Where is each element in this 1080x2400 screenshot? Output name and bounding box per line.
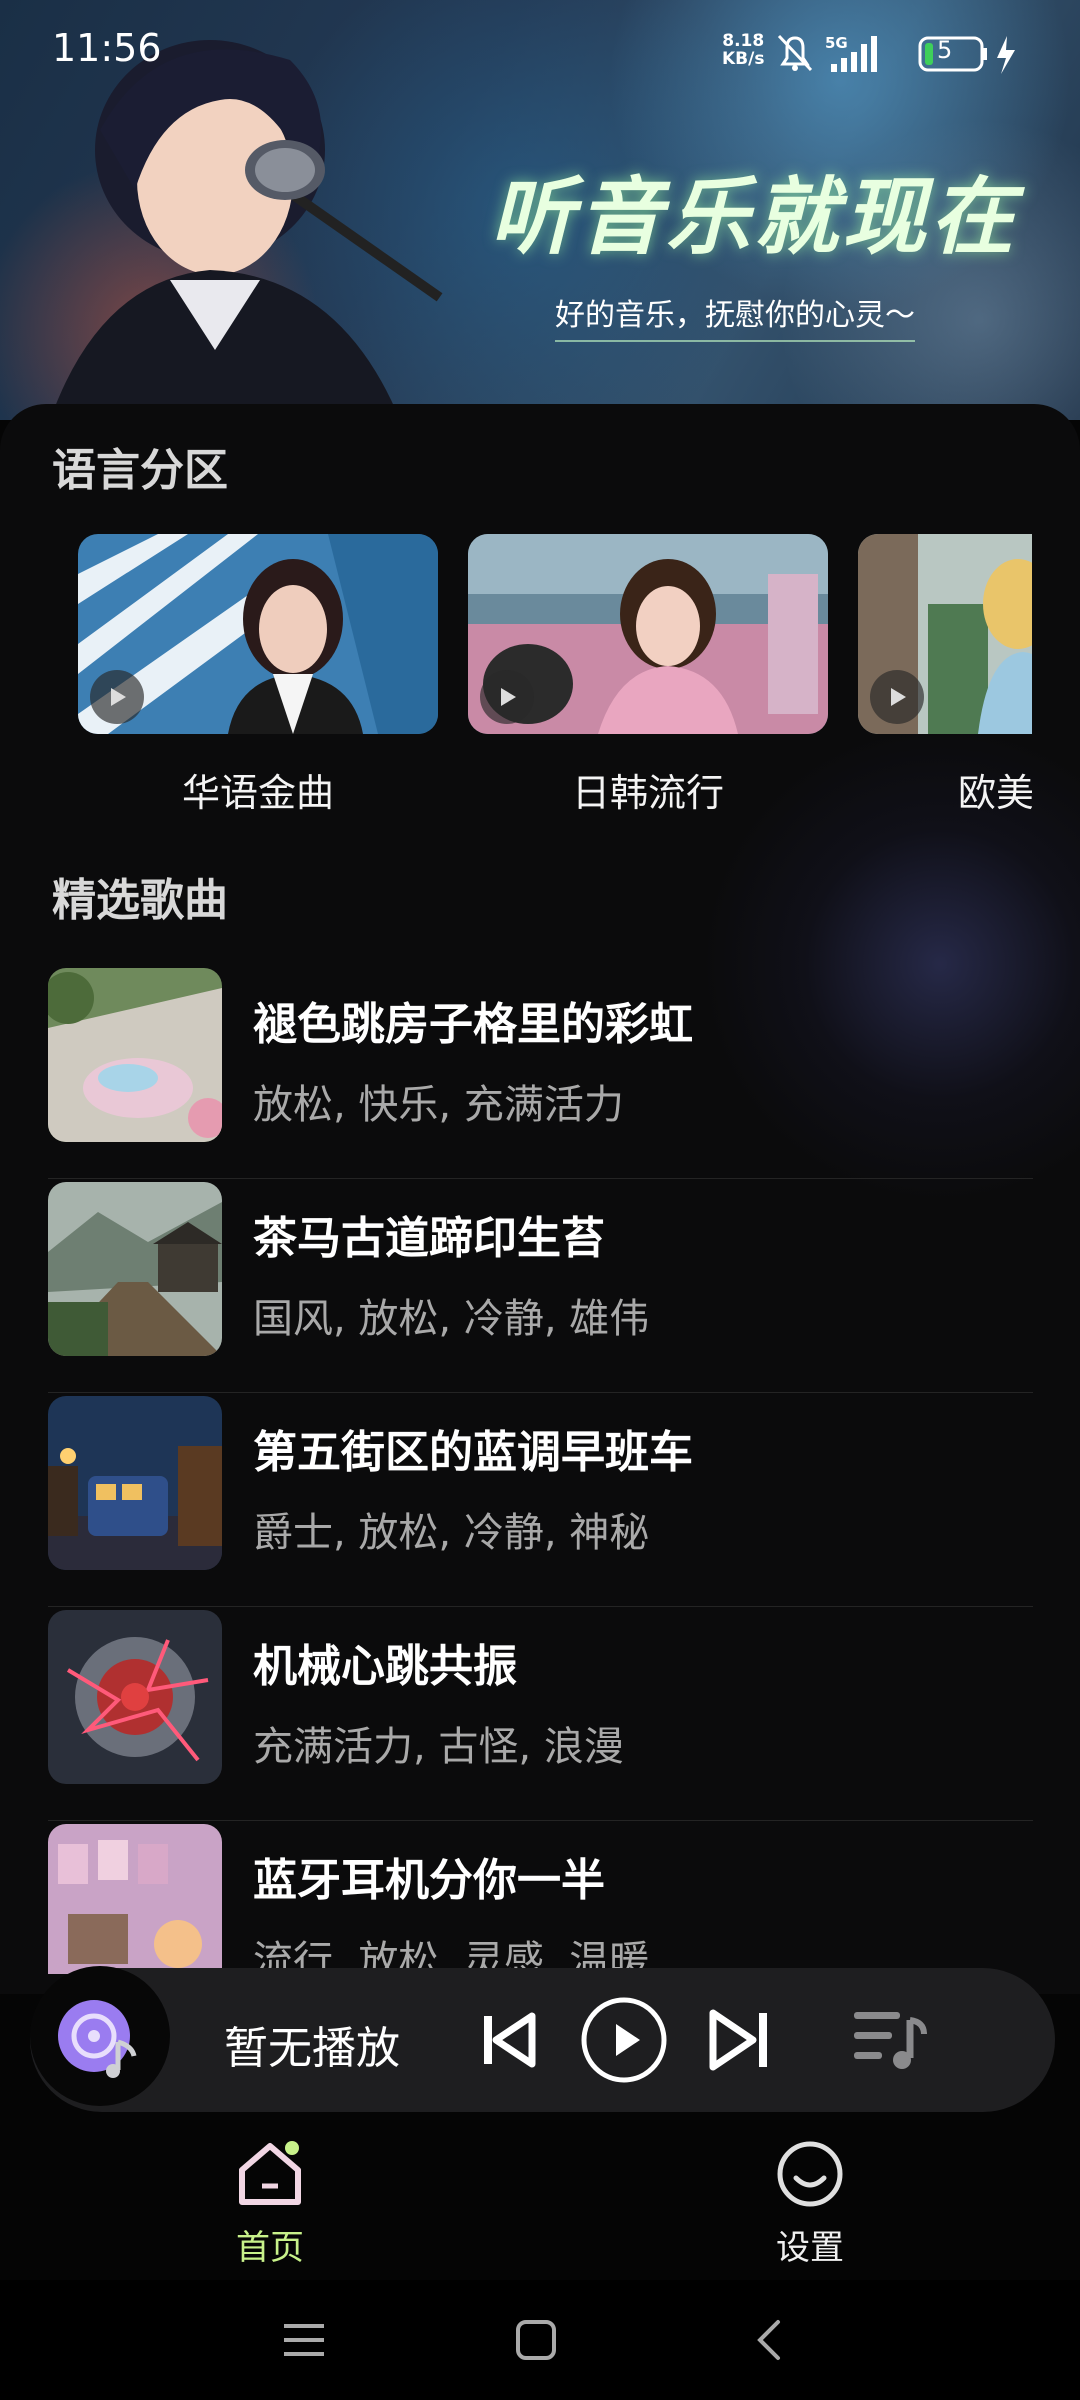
song-title: 茶马古道蹄印生苔 [253, 1213, 605, 1264]
play-icon[interactable] [480, 670, 534, 724]
language-card-thumbnail [468, 534, 828, 734]
song-row[interactable]: 机械心跳共振 充满活力, 古怪, 浪漫 [48, 1606, 1033, 1821]
language-card-label: 日韩流行 [571, 771, 724, 815]
bottom-nav: 首页 设置 [0, 2120, 1080, 2280]
song-cover [48, 1824, 222, 1974]
disc-music-icon [58, 2000, 137, 2078]
battery-level: 5 [937, 36, 953, 64]
skip-next-icon [709, 2009, 767, 2071]
net-speed-value: 8.18 [722, 31, 765, 51]
status-bar: 11:56 8.18 KB/s 5G 5 [0, 0, 1080, 100]
menu-icon[interactable] [274, 2310, 334, 2370]
language-card-chinese[interactable]: 华语金曲 [78, 534, 438, 815]
now-playing-title: 暂无播放 [224, 2023, 400, 2074]
home-icon [239, 2141, 301, 2205]
language-card-thumbnail [78, 534, 438, 734]
language-card-label: 欧美 [958, 771, 1032, 815]
play-icon[interactable] [870, 670, 924, 724]
system-nav-bar [0, 2280, 1080, 2400]
content-panel: 语言分区 华语金曲 日韩流行 欧美 精选歌曲 褪色跳房子格里的彩虹 放松, 快乐… [0, 404, 1080, 1994]
language-carousel[interactable]: 华语金曲 日韩流行 欧美 [52, 534, 1032, 834]
song-title: 第五街区的蓝调早班车 [253, 1427, 693, 1478]
status-icons: 5G [777, 34, 1015, 74]
song-tags: 充满活力, 古怪, 浪漫 [253, 1724, 624, 1770]
album-disc[interactable] [30, 1966, 170, 2106]
language-card-label: 华语金曲 [181, 771, 334, 815]
song-row[interactable]: 褪色跳房子格里的彩虹 放松, 快乐, 充满活力 [48, 964, 1033, 1179]
song-tags: 放松, 快乐, 充满活力 [253, 1082, 624, 1128]
hero-title: 听音乐就现在 [490, 168, 1019, 266]
play-button[interactable] [576, 1992, 672, 2088]
language-card-jpkr[interactable]: 日韩流行 [468, 534, 828, 815]
net-speed-unit: KB/s [722, 49, 765, 69]
previous-button[interactable] [460, 1992, 556, 2088]
charging-icon [997, 36, 1015, 74]
smile-icon [777, 2141, 843, 2207]
mini-player[interactable]: 暂无播放 [30, 1966, 1055, 2112]
song-tags: 国风, 放松, 冷静, 雄伟 [253, 1296, 650, 1342]
language-card-thumbnail [858, 534, 1032, 734]
network-type: 5G [825, 34, 848, 52]
song-tags: 爵士, 放松, 冷静, 神秘 [253, 1510, 650, 1556]
nav-settings-label: 设置 [776, 2228, 844, 2268]
play-icon[interactable] [90, 670, 144, 724]
back-icon[interactable] [740, 2310, 800, 2370]
playlist-button[interactable] [842, 1992, 938, 2088]
home-square-icon[interactable] [506, 2310, 566, 2370]
nav-home[interactable]: 首页 [170, 2130, 370, 2280]
language-section-title: 语言分区 [52, 445, 228, 496]
song-title: 蓝牙耳机分你一半 [253, 1855, 605, 1906]
song-cover [48, 1610, 222, 1784]
net-speed: 8.18 KB/s [722, 32, 764, 68]
hero-subtitle: 好的音乐，抚慰你的心灵～ [555, 290, 915, 342]
song-row[interactable]: 蓝牙耳机分你一半 流行, 放松, 灵感, 温暖 [48, 1820, 1033, 1974]
next-button[interactable] [692, 1992, 788, 2088]
song-title: 机械心跳共振 [253, 1641, 517, 1692]
skip-previous-icon [484, 2012, 536, 2068]
play-circle-icon [581, 1997, 667, 2083]
nav-settings[interactable]: 设置 [710, 2130, 910, 2280]
song-cover [48, 1182, 222, 1356]
bell-muted-icon [777, 34, 813, 72]
song-cover [48, 1396, 222, 1570]
battery-icon [918, 36, 987, 72]
song-list[interactable]: 褪色跳房子格里的彩虹 放松, 快乐, 充满活力 茶马古道蹄印生苔 国风, 放松,… [48, 964, 1033, 1974]
playlist-icon [854, 2012, 927, 2069]
song-row[interactable]: 第五街区的蓝调早班车 爵士, 放松, 冷静, 神秘 [48, 1392, 1033, 1607]
song-row[interactable]: 茶马古道蹄印生苔 国风, 放松, 冷静, 雄伟 [48, 1178, 1033, 1393]
song-cover [48, 968, 222, 1142]
songs-section-title: 精选歌曲 [52, 875, 228, 926]
song-title: 褪色跳房子格里的彩虹 [253, 999, 693, 1050]
language-card-western[interactable]: 欧美 [858, 534, 1032, 815]
nav-home-label: 首页 [236, 2228, 304, 2268]
signal-icon: 5G [825, 34, 877, 72]
status-time: 11:56 [52, 26, 162, 70]
